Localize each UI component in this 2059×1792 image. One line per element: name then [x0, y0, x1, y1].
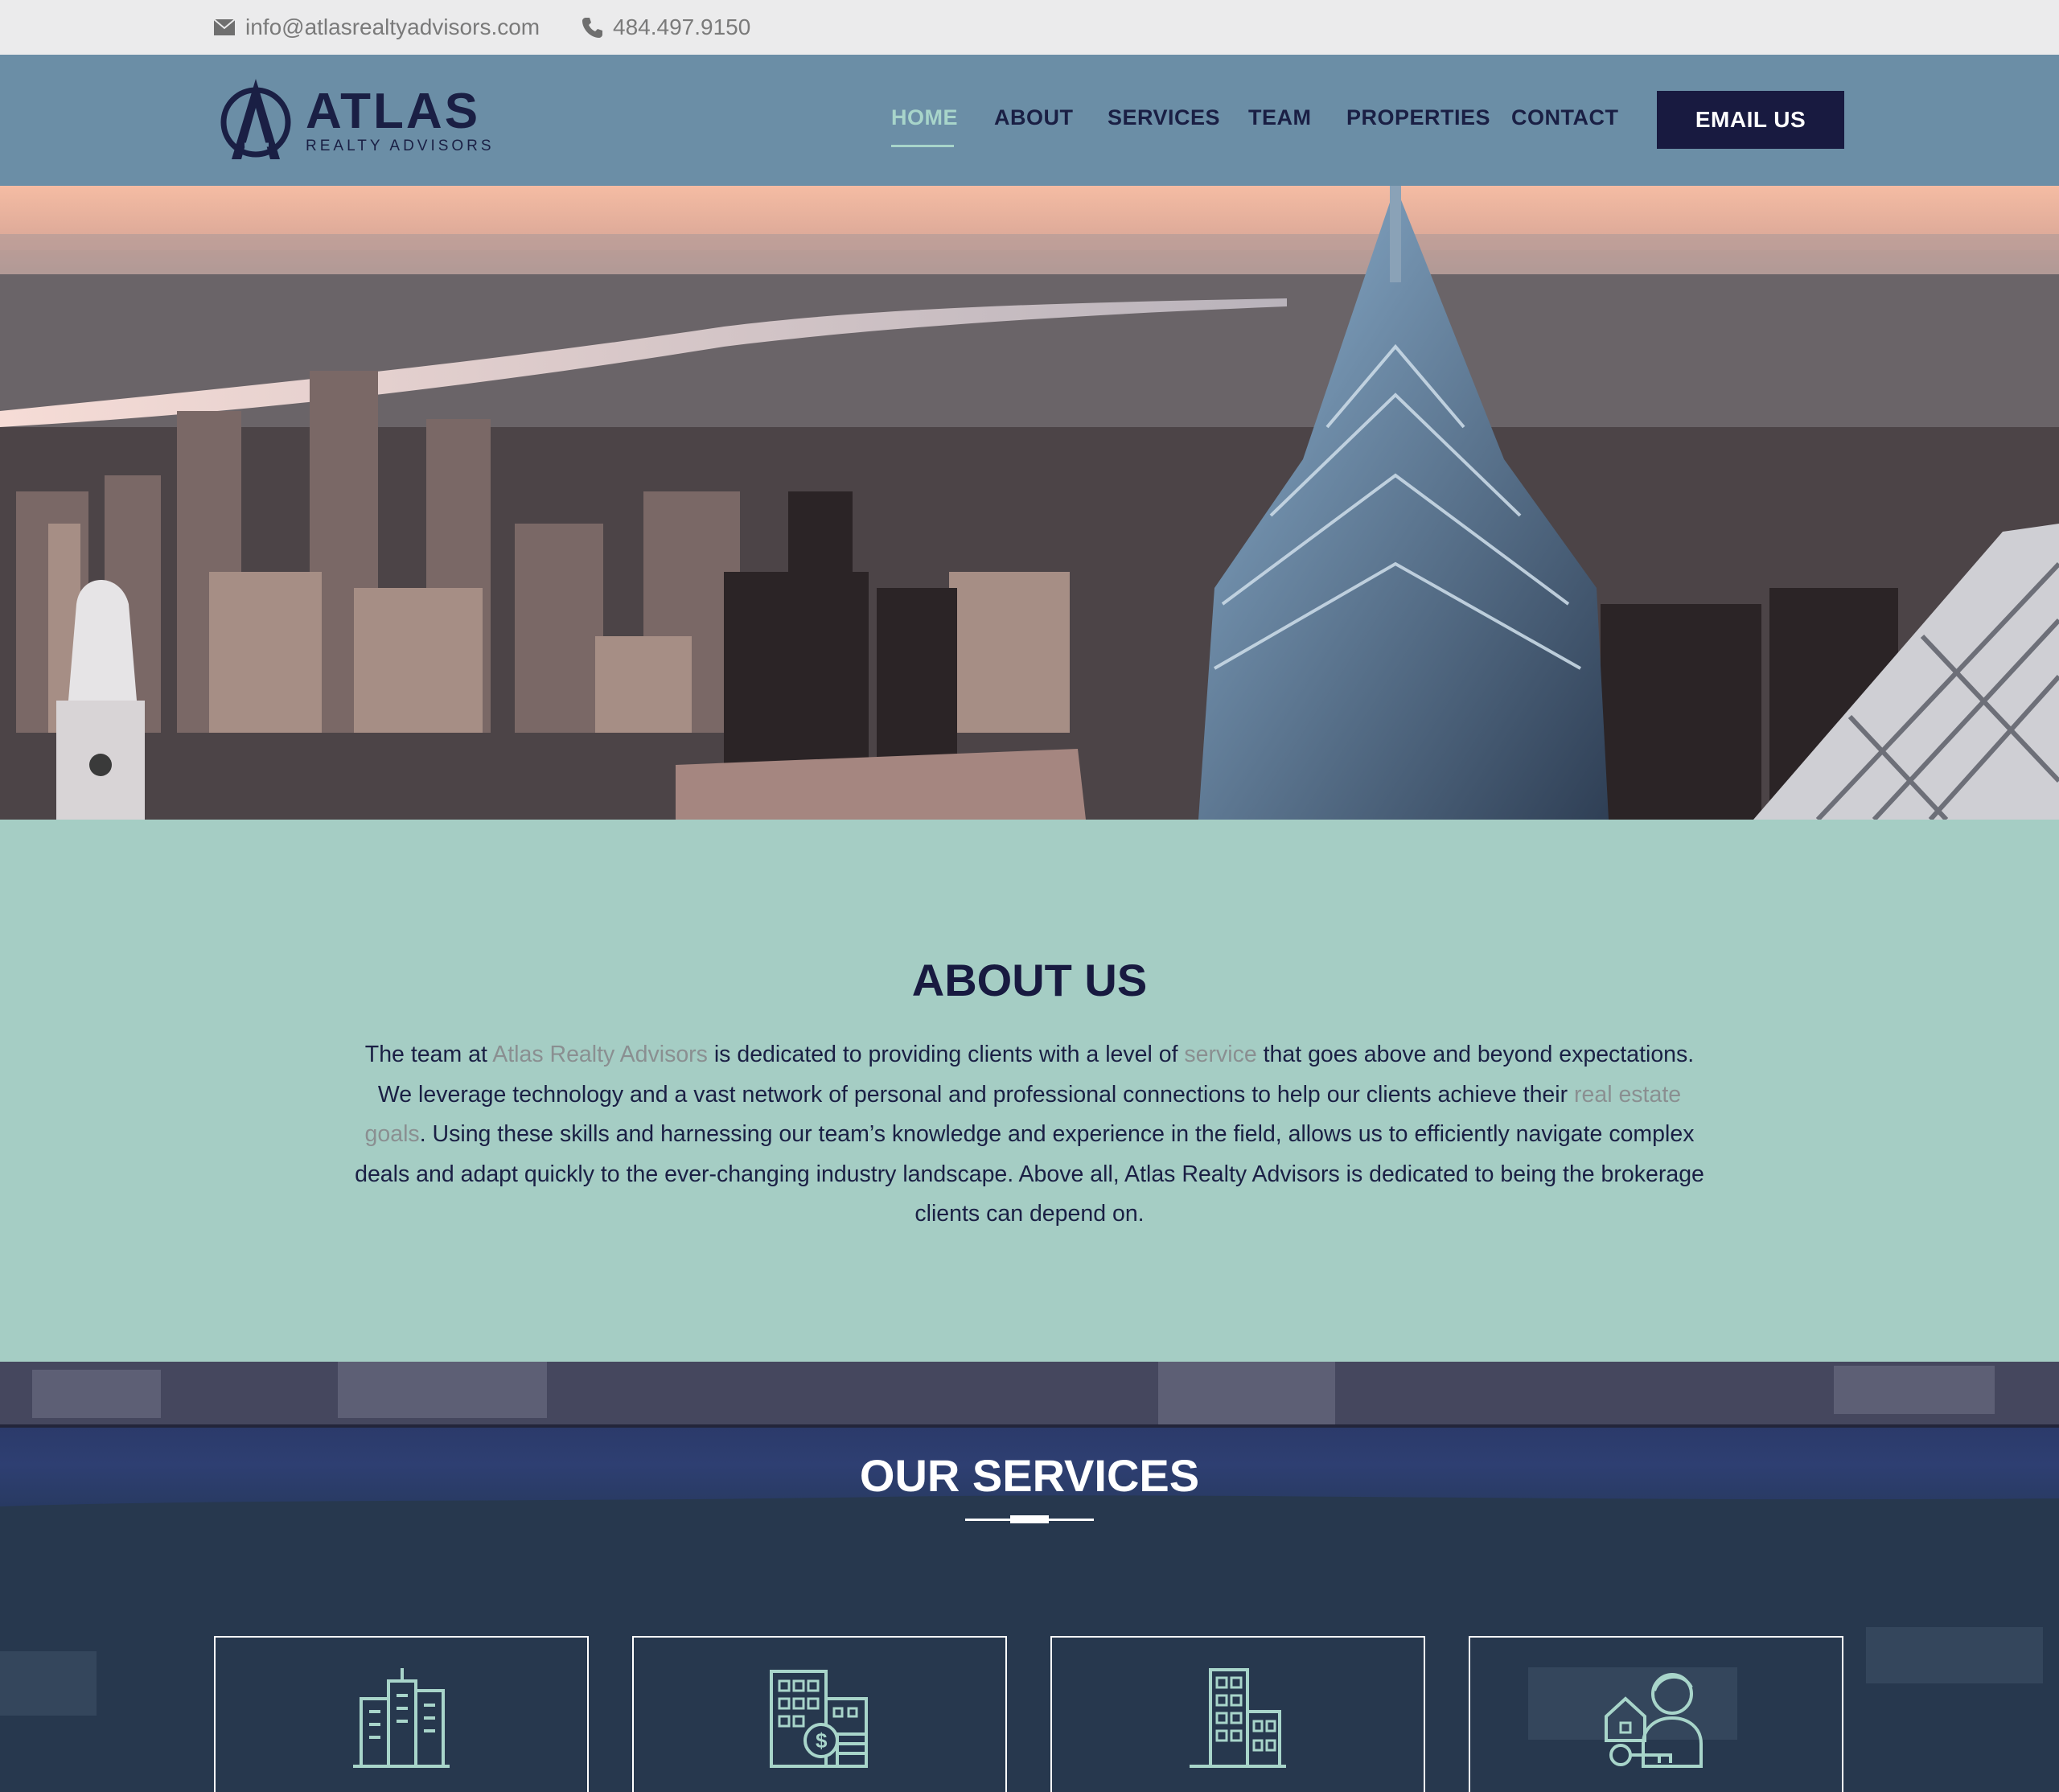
nav-services[interactable]: SERVICES [1108, 105, 1220, 130]
nav-home[interactable]: HOME [891, 105, 958, 130]
service-card-3[interactable] [1050, 1636, 1425, 1792]
atlas-a-logo-icon [220, 79, 291, 159]
about-text-part: . Using these skills and harnessing our … [355, 1121, 1704, 1227]
nav-about[interactable]: ABOUT [994, 105, 1074, 130]
phone-contact-link[interactable]: 484.497.9150 [581, 0, 750, 55]
site-header: ATLAS REALTY ADVISORS HOME ABOUT SERVICE… [0, 55, 2059, 186]
about-heading-rest: US [1071, 955, 1148, 1005]
logo-wordmark: ATLAS [306, 84, 481, 139]
hero-city-image [0, 186, 2059, 820]
nav-properties[interactable]: PROPERTIES [1346, 105, 1490, 130]
about-section: ABOUT US The team at Atlas Realty Adviso… [0, 820, 2059, 1362]
active-nav-underline [891, 145, 954, 147]
services-heading: OUR SERVICES [0, 1450, 2059, 1502]
phone-number: 484.497.9150 [613, 14, 751, 39]
office-buildings-icon [353, 1668, 450, 1768]
services-section: OUR SERVICES $ [0, 1362, 2059, 1792]
email-us-button[interactable]: EMAIL US [1657, 91, 1844, 149]
agent-house-key-icon [1605, 1673, 1703, 1768]
nav-contact[interactable]: CONTACT [1511, 105, 1618, 130]
service-card-4[interactable] [1469, 1636, 1843, 1792]
atlas-realty-advisors-link[interactable]: Atlas Realty Advisors [492, 1042, 708, 1067]
heading-divider-accent [1010, 1515, 1049, 1523]
logo-tagline: REALTY ADVISORS [306, 138, 495, 154]
tall-building-icon [1190, 1668, 1286, 1768]
service-card-2[interactable]: $ [632, 1636, 1007, 1792]
nav-team[interactable]: TEAM [1248, 105, 1312, 130]
about-text-part: The team at [364, 1042, 493, 1067]
service-link[interactable]: service [1184, 1042, 1256, 1067]
email-address: info@atlasrealtyadvisors.com [245, 14, 540, 39]
about-paragraph: The team at Atlas Realty Advisors is ded… [354, 1035, 1705, 1235]
service-card-1[interactable] [214, 1636, 589, 1792]
services-heading-light: OUR [859, 1450, 972, 1501]
phone-icon [582, 18, 602, 38]
top-contact-bar: info@atlasrealtyadvisors.com 484.497.915… [0, 0, 2059, 55]
about-text-part: is dedicated to providing clients with a… [707, 1042, 1185, 1067]
city-skyline-graphic [0, 186, 2059, 820]
building-money-icon: $ [770, 1670, 868, 1768]
services-heading-bold: SERVICES [972, 1450, 1200, 1501]
about-heading-bold: ABOUT [911, 955, 1072, 1005]
svg-text:$: $ [816, 1728, 828, 1753]
about-heading: ABOUT US [0, 955, 2059, 1006]
atlas-logo[interactable]: ATLAS REALTY ADVISORS [219, 76, 491, 164]
envelope-icon [213, 18, 236, 35]
email-contact-link[interactable]: info@atlasrealtyadvisors.com [213, 0, 540, 55]
